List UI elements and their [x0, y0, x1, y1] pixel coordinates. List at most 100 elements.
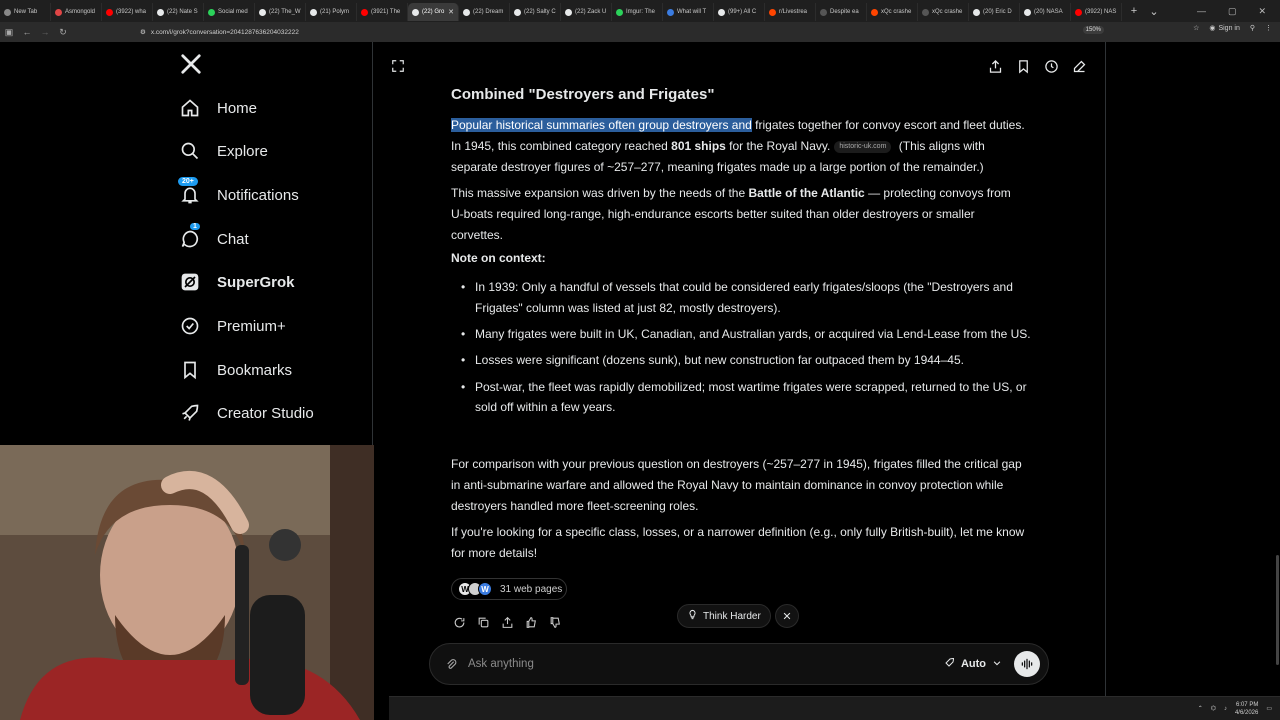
browser-tab[interactable]: (22) The_W [255, 3, 306, 21]
tab-favicon-icon [412, 8, 419, 16]
browser-tab[interactable]: (22) Nate S [153, 3, 204, 21]
browser-tab[interactable]: xQc crashe [918, 3, 969, 21]
nav-home[interactable]: Home [178, 90, 257, 126]
p1-bold: 801 ships [671, 138, 726, 153]
tab-favicon-icon [106, 8, 113, 16]
thumbs-up-icon[interactable] [524, 615, 538, 629]
mode-selector[interactable]: Auto [943, 657, 1002, 672]
browser-tab[interactable]: Social med [204, 3, 255, 21]
browser-tab[interactable]: (3921) The [357, 3, 408, 21]
site-info-icon[interactable]: ⚙ [140, 28, 146, 36]
tab-favicon-icon [310, 8, 317, 16]
tab-list-chevron-icon[interactable]: ⌄ [1146, 5, 1162, 18]
browser-tab[interactable]: What will T [663, 3, 714, 21]
nav-bookmarks[interactable]: Bookmarks [178, 352, 292, 388]
new-tab-button[interactable]: + [1126, 5, 1142, 17]
url-field[interactable]: ⚙ x.com/i/grok?conversation=204128763620… [140, 25, 1130, 39]
browser-tab[interactable]: (3922) NAS [1071, 3, 1122, 21]
nav-supergrok[interactable]: SuperGrok [178, 264, 295, 300]
grok-conversation: Combined "Destroyers and Frigates" Popul… [374, 42, 1106, 720]
new-chat-icon[interactable] [1072, 59, 1087, 79]
system-clock[interactable]: 6:07 PM 4/6/2026 [1235, 701, 1258, 717]
address-bar-actions: ☆ ◉ Sign in ⚲ ⋮ [1193, 24, 1272, 33]
chat-badge: 1 [190, 223, 200, 230]
close-window-button[interactable]: ✕ [1258, 6, 1266, 17]
volume-icon[interactable]: ♪ [1224, 706, 1227, 712]
tab-favicon-icon [820, 8, 827, 16]
expand-icon[interactable] [391, 59, 405, 78]
x-logo[interactable] [180, 53, 202, 82]
dismiss-suggestion-button[interactable] [775, 604, 799, 628]
browser-tab[interactable]: Despite ea [816, 3, 867, 21]
sign-in-button[interactable]: ◉ Sign in [1209, 24, 1240, 33]
zoom-indicator[interactable]: 150% [1082, 26, 1104, 34]
browser-tab[interactable]: Asmongold [51, 3, 102, 21]
grok-icon [178, 270, 202, 294]
minimize-button[interactable]: — [1197, 6, 1206, 17]
browser-tab[interactable]: (22) Zack U [561, 3, 612, 21]
tab-label: (99+) All C [728, 9, 757, 15]
forward-button[interactable]: → [36, 27, 54, 37]
source-chip[interactable]: historic-uk.com [834, 140, 892, 153]
network-icon[interactable]: ⌬ [1211, 705, 1216, 712]
scrollbar-thumb[interactable] [1276, 555, 1279, 665]
search-icon [178, 139, 202, 163]
tab-close-icon[interactable]: ✕ [448, 8, 454, 16]
share-icon[interactable] [988, 59, 1003, 79]
browser-tab[interactable]: Imgur: The [612, 3, 663, 21]
nav-notifications-label: Notifications [217, 186, 299, 204]
selected-text[interactable]: Popular historical summaries often group… [451, 118, 752, 132]
browser-tab[interactable]: (22) Gro ✕ [408, 3, 459, 21]
tab-favicon-icon [361, 8, 368, 16]
history-icon[interactable] [1044, 59, 1059, 79]
attach-icon[interactable] [444, 657, 458, 671]
browser-tab[interactable]: New Tab [0, 3, 51, 21]
regenerate-icon[interactable] [452, 615, 466, 629]
back-button[interactable]: ← [18, 27, 36, 37]
tab-label: r/Livestrea [779, 9, 808, 15]
voice-mode-button[interactable] [1014, 651, 1040, 677]
p2-bold: Battle of the Atlantic [748, 186, 865, 200]
extensions-icon[interactable]: ⚲ [1250, 24, 1255, 32]
tab-favicon-icon [514, 8, 521, 16]
paragraph-comparison: For comparison with your previous questi… [451, 457, 1022, 513]
menu-icon[interactable]: ⋮ [1265, 24, 1272, 32]
browser-tab[interactable]: (20) NASA [1020, 3, 1071, 21]
tray-chevron-icon[interactable]: ⌃ [1198, 705, 1203, 712]
browser-tab[interactable]: (21) Polym [306, 3, 357, 21]
tab-favicon-icon [973, 8, 980, 16]
copy-icon[interactable] [476, 615, 490, 629]
notification-center-icon[interactable]: ▭ [1266, 705, 1272, 712]
browser-tab[interactable]: (3922) wha [102, 3, 153, 21]
thumbs-down-icon[interactable] [548, 615, 562, 629]
tab-label: (22) The_W [269, 9, 301, 15]
bookmark-conversation-icon[interactable] [1016, 59, 1031, 79]
tab-favicon-icon [55, 8, 62, 16]
nav-explore[interactable]: Explore [178, 133, 268, 169]
browser-tab[interactable]: (20) Eric D [969, 3, 1020, 21]
waveform-icon [1021, 658, 1033, 670]
nav-notifications[interactable]: 20+ Notifications [178, 177, 299, 213]
nav-chat[interactable]: 1 Chat [178, 221, 249, 257]
browser-tab[interactable]: r/Livestrea [765, 3, 816, 21]
browser-tab[interactable]: (22) Salty C [510, 3, 561, 21]
maximize-button[interactable]: ▢ [1228, 6, 1237, 17]
notifications-badge: 20+ [178, 177, 198, 186]
sidebar-toggle-icon[interactable]: ▣ [0, 27, 18, 38]
nav-creator-studio[interactable]: Creator Studio [178, 395, 314, 431]
browser-tab[interactable]: (22) Dream [459, 3, 510, 21]
rocket-mode-icon [943, 657, 955, 672]
web-sources-button[interactable]: W W 31 web pages [451, 578, 567, 600]
browser-tab[interactable]: (99+) All C [714, 3, 765, 21]
think-harder-button[interactable]: Think Harder [677, 604, 771, 628]
star-icon[interactable]: ☆ [1193, 24, 1199, 32]
ask-input[interactable] [468, 658, 908, 670]
tab-label: (22) Gro [422, 9, 445, 15]
sources-count: 31 web pages [500, 583, 563, 595]
nav-premium[interactable]: Premium+ [178, 308, 286, 344]
tab-label: (22) Dream [473, 9, 504, 15]
think-harder-label: Think Harder [703, 610, 761, 622]
reload-button[interactable]: ↻ [54, 27, 72, 38]
browser-tab[interactable]: xQc crashe [867, 3, 918, 21]
share-response-icon[interactable] [500, 615, 514, 629]
